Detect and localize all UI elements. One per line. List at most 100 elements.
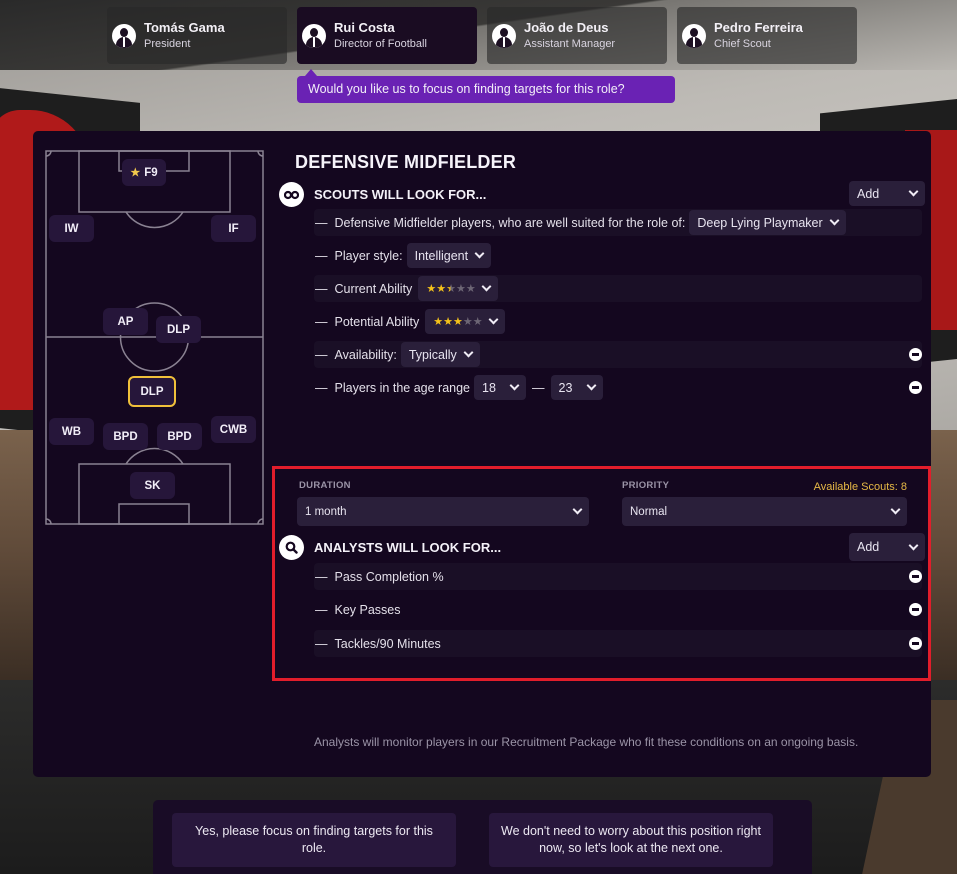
position-f9[interactable]: ★ F9	[122, 159, 166, 186]
star-icon: ★	[455, 283, 466, 295]
position-dlp-attacking[interactable]: DLP	[156, 316, 201, 343]
staff-name: Tomás Gama	[144, 19, 225, 35]
duration-label: DURATION	[299, 480, 351, 491]
dropdown-value: Add	[857, 540, 880, 554]
pitch-lines	[45, 150, 264, 525]
position-ap[interactable]: AP	[103, 308, 148, 335]
analyst-criteria-row: — Pass Completion %	[314, 563, 922, 590]
remove-criteria-icon[interactable]	[909, 637, 922, 650]
chevron-down-icon	[908, 186, 919, 197]
position-label: CWB	[219, 423, 248, 436]
page-title: DEFENSIVE MIDFIELDER	[295, 152, 517, 172]
star-icon: ★	[443, 316, 453, 328]
chevron-down-icon	[586, 380, 596, 391]
dash: —	[315, 248, 328, 263]
remove-criteria-icon[interactable]	[909, 381, 922, 394]
star-icon: ★	[433, 316, 443, 328]
dash: —	[315, 215, 328, 230]
staff-role: Assistant Manager	[524, 37, 616, 50]
chevron-down-icon	[463, 347, 474, 358]
staff-tab-president[interactable]: Tomás Gama President	[107, 7, 287, 64]
dropdown-value: Typically	[408, 347, 457, 362]
position-label: SK	[144, 479, 161, 492]
duration-dropdown[interactable]: 1 month	[297, 497, 589, 526]
analysts-add-dropdown[interactable]: Add	[849, 533, 925, 561]
age-max-dropdown[interactable]: 23	[550, 375, 603, 400]
staff-name: Pedro Ferreira	[714, 19, 803, 35]
staff-tab-chief-scout[interactable]: Pedro Ferreira Chief Scout	[677, 7, 857, 64]
dropdown-value: 23	[558, 380, 573, 395]
criteria-row-potential-ability: — Potential Ability ★ ★ ★ ★ ★	[314, 308, 922, 335]
star-rating: ★ ★ ★ ★ ★	[433, 315, 483, 328]
availability-dropdown[interactable]: Typically	[400, 342, 480, 367]
dropdown-value: Add	[857, 186, 880, 201]
person-avatar-icon	[682, 23, 706, 48]
position-label: F9	[144, 166, 158, 179]
position-label: DLP	[167, 323, 190, 336]
dropdown-value: Intelligent	[414, 248, 469, 263]
criteria-row-availability: — Availability: Typically	[314, 341, 922, 368]
scouts-add-dropdown[interactable]: Add	[849, 181, 925, 206]
position-cwb[interactable]: CWB	[211, 416, 256, 443]
dash: —	[315, 380, 328, 395]
available-scouts: Available Scouts: 8	[813, 481, 907, 493]
staff-role: President	[144, 37, 191, 50]
star-icon: ★	[436, 283, 446, 295]
criteria-text: Potential Ability	[334, 314, 420, 329]
position-label: IF	[228, 222, 239, 235]
current-ability-dropdown[interactable]: ★ ★ ★ ★ ★	[418, 276, 498, 301]
position-wb[interactable]: WB	[49, 418, 94, 445]
chevron-down-icon	[890, 504, 901, 515]
criteria-text: Players in the age range	[334, 380, 471, 395]
chevron-down-icon	[829, 215, 840, 226]
criteria-text: Current Ability	[334, 281, 413, 296]
person-avatar-icon	[112, 23, 136, 48]
age-separator: —	[532, 380, 545, 395]
age-min-dropdown[interactable]: 18	[474, 375, 527, 400]
criteria-text: Key Passes	[334, 602, 401, 617]
star-icon: ★	[130, 167, 141, 179]
star-icon: ★	[472, 316, 483, 328]
dropdown-value: Normal	[630, 505, 668, 518]
yes-focus-button[interactable]: Yes, please focus on finding targets for…	[172, 813, 456, 867]
staff-tab-director-of-football[interactable]: Rui Costa Director of Football	[297, 7, 477, 64]
magnifier-icon	[279, 535, 304, 560]
role-dropdown[interactable]: Deep Lying Playmaker	[689, 210, 846, 235]
position-if[interactable]: IF	[211, 215, 256, 242]
chevron-down-icon	[474, 248, 485, 259]
staff-name: Rui Costa	[334, 19, 395, 35]
criteria-row-style: — Player style: Intelligent	[314, 242, 922, 269]
priority-dropdown[interactable]: Normal	[622, 497, 907, 526]
recruitment-focus-panel: ★ F9 IW IF AP DLP DLP WB BPD BPD CWB SK …	[33, 131, 931, 777]
potential-ability-dropdown[interactable]: ★ ★ ★ ★ ★	[425, 309, 505, 334]
skip-position-button[interactable]: We don't need to worry about this positi…	[489, 813, 773, 867]
staff-role: Director of Football	[334, 37, 427, 50]
position-bpd-left[interactable]: BPD	[103, 423, 148, 450]
star-rating: ★ ★ ★ ★ ★	[426, 282, 475, 295]
staff-role: Chief Scout	[714, 37, 771, 50]
position-label: DLP	[140, 385, 164, 398]
position-dlp-selected[interactable]: DLP	[128, 376, 176, 407]
analyst-criteria-row: — Key Passes	[314, 596, 922, 623]
dash: —	[315, 602, 328, 617]
dropdown-value: 18	[482, 380, 496, 395]
dash: —	[315, 281, 328, 296]
position-bpd-right[interactable]: BPD	[157, 423, 202, 450]
remove-criteria-icon[interactable]	[909, 570, 922, 583]
criteria-text: Defensive Midfielder players, who are we…	[334, 215, 686, 230]
dash: —	[315, 636, 328, 651]
chevron-down-icon	[572, 504, 583, 515]
staff-tab-assistant-manager[interactable]: João de Deus Assistant Manager	[487, 7, 667, 64]
remove-criteria-icon[interactable]	[909, 603, 922, 616]
position-iw[interactable]: IW	[49, 215, 94, 242]
remove-criteria-icon[interactable]	[909, 348, 922, 361]
position-sk[interactable]: SK	[130, 472, 175, 499]
dash: —	[315, 569, 328, 584]
criteria-text: Pass Completion %	[334, 569, 444, 584]
staff-tabs: Tomás Gama President Rui Costa Director …	[107, 7, 857, 64]
chevron-down-icon	[509, 380, 520, 391]
star-icon: ★	[462, 316, 473, 328]
player-style-dropdown[interactable]: Intelligent	[406, 243, 492, 268]
criteria-text: Tackles/90 Minutes	[334, 636, 441, 651]
criteria-text: Player style:	[334, 248, 403, 263]
